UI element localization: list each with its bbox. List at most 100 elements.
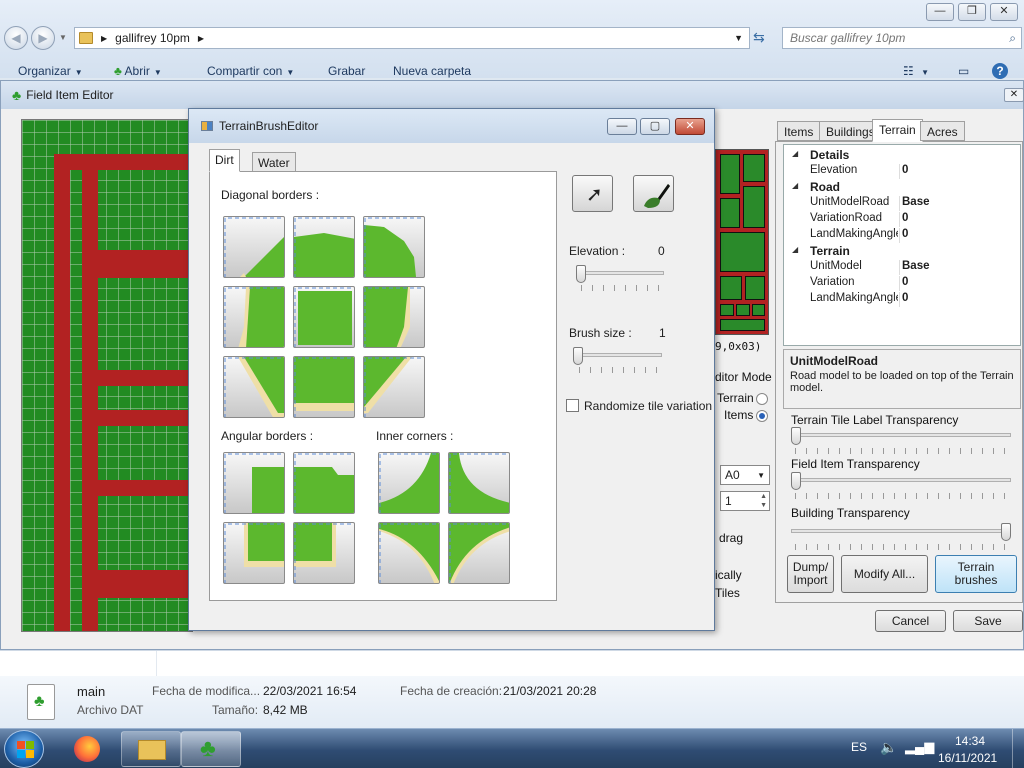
volume-icon[interactable]: 🔈 bbox=[880, 739, 897, 756]
mode-items-radio[interactable] bbox=[756, 410, 768, 422]
diag-tile-w[interactable] bbox=[223, 286, 285, 348]
burn-button[interactable]: Grabar bbox=[328, 64, 365, 78]
dump-import-button[interactable]: Dump/ Import bbox=[787, 555, 834, 593]
brush-size-slider[interactable] bbox=[573, 347, 583, 365]
firefox-taskbar-button[interactable] bbox=[70, 734, 104, 764]
inner-tile-nw[interactable] bbox=[448, 522, 510, 584]
terrain-label-transparency-slider[interactable] bbox=[791, 427, 801, 445]
minimize-button[interactable]: — bbox=[607, 118, 637, 135]
forward-button[interactable]: ▶ bbox=[31, 26, 55, 50]
tab-water[interactable]: Water bbox=[252, 152, 296, 172]
preview-pane-icon[interactable]: ▭ bbox=[958, 64, 969, 78]
angular-tile-nw[interactable] bbox=[223, 452, 285, 514]
paint-brush-tool-button[interactable] bbox=[633, 175, 674, 212]
diag-tile-e[interactable] bbox=[363, 286, 425, 348]
details-pane: ♣ main Archivo DAT Fecha de modifica... … bbox=[0, 676, 1024, 728]
road-segment bbox=[82, 480, 192, 496]
field-item-transparency-slider[interactable] bbox=[791, 472, 801, 490]
diag-tile-nw[interactable] bbox=[223, 216, 285, 278]
language-indicator[interactable]: ES bbox=[851, 740, 867, 754]
breadcrumb-folder[interactable]: gallifrey 10pm bbox=[115, 31, 190, 45]
explorer-taskbar-button[interactable] bbox=[121, 731, 181, 767]
property-row[interactable]: LandMakingAngle 0 bbox=[784, 291, 1020, 307]
inner-tile-ne[interactable] bbox=[378, 522, 440, 584]
new-folder-button[interactable]: Nueva carpeta bbox=[393, 64, 471, 78]
explorer-restore-button[interactable]: ❐ bbox=[958, 3, 986, 21]
select-tool-button[interactable]: ➚ bbox=[572, 175, 613, 212]
network-icon[interactable]: ▂▄▆ bbox=[905, 739, 934, 755]
help-icon[interactable]: ? bbox=[992, 63, 1008, 79]
property-description: UnitModelRoad Road model to be loaded on… bbox=[783, 349, 1021, 409]
inner-tile-sw[interactable] bbox=[448, 452, 510, 514]
open-button[interactable]: ♣ Abrir ▼ bbox=[114, 64, 162, 78]
refresh-icon[interactable]: ⇆ bbox=[753, 29, 765, 46]
start-orb-button[interactable] bbox=[4, 730, 44, 768]
diag-tile-s[interactable] bbox=[293, 356, 355, 418]
leaf-icon: ♣ bbox=[34, 693, 45, 710]
building-transparency-slider[interactable] bbox=[1001, 523, 1011, 541]
inner-tile-se[interactable] bbox=[378, 452, 440, 514]
category-details[interactable]: ◢ Details bbox=[784, 147, 1020, 163]
save-button[interactable]: Save bbox=[953, 610, 1023, 632]
recent-pages-dropdown[interactable]: ▼ bbox=[59, 33, 67, 42]
diag-tile-sw[interactable] bbox=[223, 356, 285, 418]
property-row[interactable]: VariationRoad 0 bbox=[784, 211, 1020, 227]
property-row[interactable]: UnitModel Base bbox=[784, 259, 1020, 275]
modified-label: Fecha de modifica... bbox=[152, 684, 261, 698]
diag-tile-ne[interactable] bbox=[363, 216, 425, 278]
modify-all-button[interactable]: Modify All... bbox=[841, 555, 928, 593]
diag-tile-center[interactable] bbox=[293, 286, 355, 348]
clock-date[interactable]: 16/11/2021 bbox=[938, 751, 997, 765]
modified-value: 22/03/2021 16:54 bbox=[263, 684, 357, 698]
diag-tile-se[interactable] bbox=[363, 356, 425, 418]
explorer-close-button[interactable]: ✕ bbox=[990, 3, 1018, 21]
mode-terrain-radio[interactable] bbox=[756, 393, 768, 405]
search-icon[interactable]: ⌕ bbox=[1009, 28, 1016, 48]
property-row[interactable]: Elevation 0 bbox=[784, 163, 1020, 179]
view-options-icon[interactable]: ☷ ▼ bbox=[903, 64, 929, 78]
back-button[interactable]: ◀ bbox=[4, 26, 28, 50]
field-item-editor-taskbar-button[interactable]: ♣ bbox=[181, 731, 241, 767]
address-dropdown-icon[interactable]: ▼ bbox=[734, 33, 743, 43]
tile-preview bbox=[294, 523, 354, 583]
field-item-transparency-track bbox=[791, 478, 1011, 482]
randomize-checkbox[interactable] bbox=[566, 399, 579, 412]
app-window-icon bbox=[201, 121, 213, 131]
acre-minimap[interactable] bbox=[715, 149, 769, 335]
property-grid[interactable]: ◢ Details Elevation 0 ◢ Road UnitModelRoad B… bbox=[783, 144, 1021, 346]
show-desktop-button[interactable] bbox=[1012, 729, 1024, 768]
breadcrumb-chevron-icon[interactable]: ▶ bbox=[198, 34, 204, 43]
explorer-minimize-button[interactable]: — bbox=[926, 3, 954, 21]
elevation-slider[interactable] bbox=[576, 265, 586, 283]
close-icon[interactable]: ✕ bbox=[1004, 88, 1024, 102]
search-input[interactable]: Buscar gallifrey 10pm ⌕ bbox=[782, 27, 1022, 49]
property-row[interactable]: Variation 0 bbox=[784, 275, 1020, 291]
angular-tile-sw[interactable] bbox=[223, 522, 285, 584]
terrain-brushes-button[interactable]: Terrain brushes bbox=[935, 555, 1017, 593]
tile-preview bbox=[294, 453, 354, 513]
map-grid[interactable] bbox=[21, 119, 193, 632]
address-bar[interactable]: ▶ gallifrey 10pm ▶ ▼ bbox=[74, 27, 750, 49]
acre-select[interactable]: A0 ▼ bbox=[720, 465, 770, 485]
category-terrain[interactable]: ◢ Terrain bbox=[784, 243, 1020, 259]
tab-dirt[interactable]: Dirt bbox=[209, 149, 240, 172]
category-road[interactable]: ◢ Road bbox=[784, 179, 1020, 195]
maximize-button[interactable]: ▢ bbox=[640, 118, 670, 135]
tab-items[interactable]: Items bbox=[777, 121, 821, 141]
organize-button[interactable]: Organizar ▼ bbox=[18, 64, 83, 78]
tile-preview bbox=[224, 217, 284, 277]
share-button[interactable]: Compartir con ▼ bbox=[207, 64, 294, 78]
property-row[interactable]: UnitModelRoad Base bbox=[784, 195, 1020, 211]
close-button[interactable]: ✕ bbox=[675, 118, 705, 135]
terrain-brush-editor-titlebar: TerrainBrushEditor — ▢ ✕ bbox=[189, 109, 714, 143]
cancel-button[interactable]: Cancel bbox=[875, 610, 946, 632]
folder-icon bbox=[138, 740, 166, 760]
angular-tile-ne[interactable] bbox=[293, 452, 355, 514]
property-row[interactable]: LandMakingAngle 0 bbox=[784, 227, 1020, 243]
tab-acres[interactable]: Acres bbox=[920, 121, 965, 141]
diag-tile-n[interactable] bbox=[293, 216, 355, 278]
angular-tile-se[interactable] bbox=[293, 522, 355, 584]
layer-spinner[interactable]: 1 ▲ ▼ bbox=[720, 491, 770, 511]
tab-terrain[interactable]: Terrain bbox=[872, 119, 923, 142]
clock-time[interactable]: 14:34 bbox=[955, 734, 985, 748]
